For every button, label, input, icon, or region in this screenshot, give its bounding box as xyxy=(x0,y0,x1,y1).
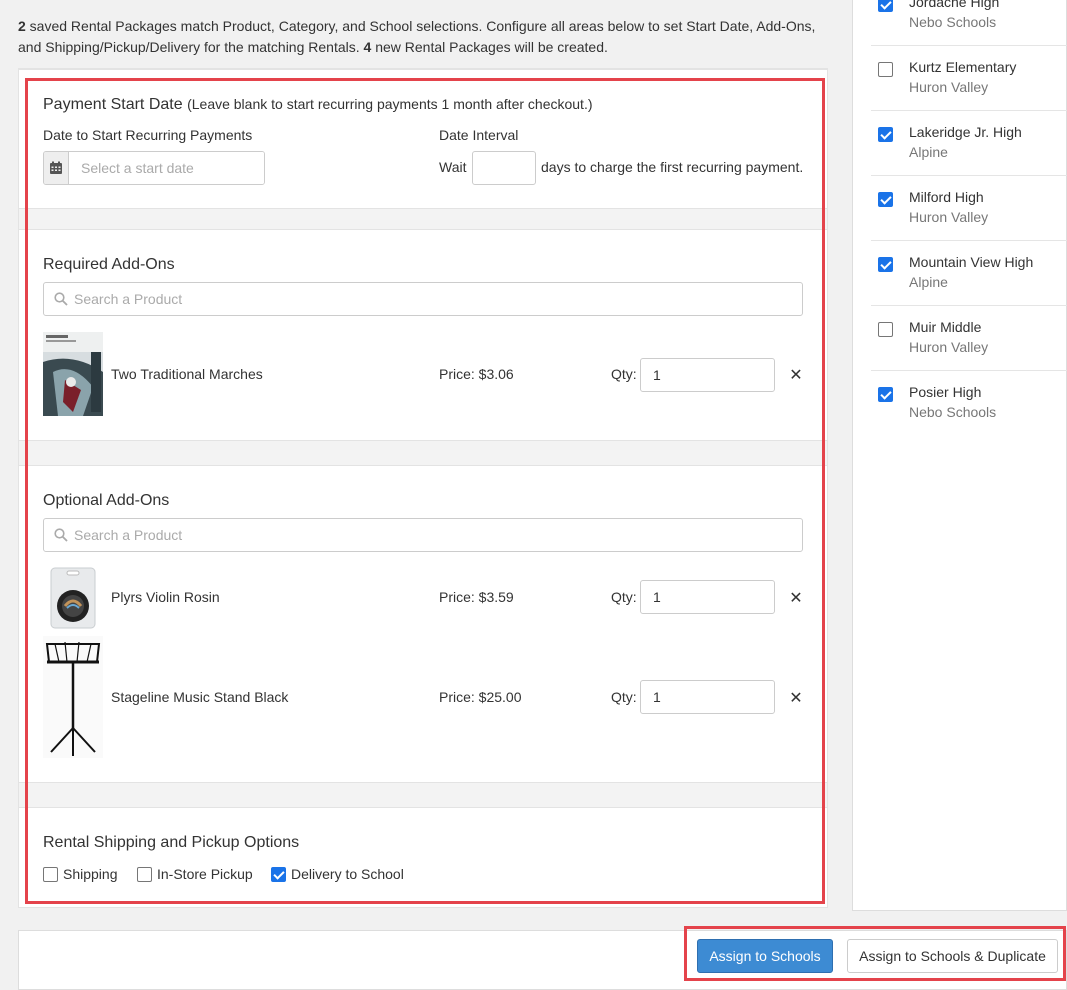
in-store-pickup-option[interactable]: In-Store Pickup xyxy=(137,866,253,882)
school-name: Posier High xyxy=(909,384,982,400)
product-price: Price: $3.06 xyxy=(439,366,514,382)
intro-text-b: new Rental Packages will be created. xyxy=(371,39,608,55)
school-district: Huron Valley xyxy=(909,209,989,225)
school-item[interactable]: Posier High Nebo Schools xyxy=(871,371,1067,436)
shipping-checkbox[interactable] xyxy=(43,866,58,882)
school-name: Milford High xyxy=(909,189,984,205)
intro-text: 2 saved Rental Packages match Product, C… xyxy=(18,16,833,58)
school-district: Alpine xyxy=(909,144,948,160)
shipping-options-panel: Rental Shipping and Pickup Options Shipp… xyxy=(18,807,828,908)
optional-search-input[interactable] xyxy=(72,526,802,544)
required-search-input[interactable] xyxy=(72,290,802,308)
required-addons-title: Required Add-Ons xyxy=(43,256,175,273)
required-search[interactable] xyxy=(43,282,803,316)
search-icon xyxy=(54,292,68,306)
start-date-input[interactable] xyxy=(69,152,264,184)
school-name: Muir Middle xyxy=(909,319,982,335)
delivery-to-school-checkbox[interactable] xyxy=(271,866,286,882)
payment-start-panel: Payment Start Date (Leave blank to start… xyxy=(18,69,828,209)
school-district: Alpine xyxy=(909,274,948,290)
optional-search[interactable] xyxy=(43,518,803,552)
qty-input[interactable] xyxy=(640,580,775,614)
school-item[interactable]: Mountain View High Alpine xyxy=(871,241,1067,306)
start-date-label: Date to Start Recurring Payments xyxy=(43,127,253,143)
school-name: Jordache High xyxy=(909,0,1000,10)
shipping-option[interactable]: Shipping xyxy=(43,866,118,882)
school-name: Kurtz Elementary xyxy=(909,59,1017,75)
in-store-pickup-checkbox[interactable] xyxy=(137,866,152,882)
calendar-icon[interactable] xyxy=(44,152,69,184)
school-checkbox[interactable] xyxy=(878,322,893,337)
school-district: Huron Valley xyxy=(909,79,989,95)
optional-addons-panel: Optional Add-Ons Plyrs Violin Rosin Pric… xyxy=(18,465,828,783)
product-name: Two Traditional Marches xyxy=(111,366,263,382)
assign-to-schools-button[interactable]: Assign to Schools xyxy=(697,939,833,973)
assign-duplicate-button[interactable]: Assign to Schools & Duplicate xyxy=(847,939,1058,973)
school-item[interactable]: Milford High Huron Valley xyxy=(871,176,1067,241)
school-item[interactable]: Lakeridge Jr. High Alpine xyxy=(871,111,1067,176)
qty-label: Qty: xyxy=(611,366,637,382)
start-date-picker[interactable] xyxy=(43,151,265,185)
school-checkbox[interactable] xyxy=(878,192,893,207)
payment-start-title: Payment Start Date (Leave blank to start… xyxy=(43,96,593,114)
payment-title-text: Payment Start Date xyxy=(43,96,183,113)
product-price: Price: $3.59 xyxy=(439,589,514,605)
delivery-to-school-label: Delivery to School xyxy=(291,866,404,882)
product-name: Stageline Music Stand Black xyxy=(111,689,289,705)
product-name: Plyrs Violin Rosin xyxy=(111,589,220,605)
shipping-option-label: Shipping xyxy=(63,866,118,882)
music-stand-thumbnail xyxy=(43,636,103,761)
remove-icon[interactable]: ✕ xyxy=(788,365,804,385)
remove-icon[interactable]: ✕ xyxy=(788,588,804,608)
rosin-thumbnail xyxy=(49,566,97,633)
wait-label: Wait xyxy=(439,159,467,175)
school-item[interactable]: Muir Middle Huron Valley xyxy=(871,306,1067,371)
school-district: Nebo Schools xyxy=(909,404,997,420)
payment-note: (Leave blank to start recurring payments… xyxy=(187,96,593,112)
days-text: days to charge the first recurring payme… xyxy=(541,159,804,175)
school-name: Lakeridge Jr. High xyxy=(909,124,1022,140)
required-product-row: Two Traditional Marches Price: $3.06 Qty… xyxy=(43,332,803,416)
school-name: Mountain View High xyxy=(909,254,1034,270)
delivery-to-school-option[interactable]: Delivery to School xyxy=(271,866,404,882)
school-item[interactable]: Kurtz Elementary Huron Valley xyxy=(871,46,1067,111)
wait-days-input[interactable] xyxy=(472,151,536,185)
school-checkbox[interactable] xyxy=(878,0,893,12)
qty-input[interactable] xyxy=(640,680,775,714)
optional-product-row: Stageline Music Stand Black Price: $25.0… xyxy=(43,636,803,760)
optional-addons-title: Optional Add-Ons xyxy=(43,492,170,509)
school-checkbox[interactable] xyxy=(878,257,893,272)
school-checkbox[interactable] xyxy=(878,62,893,77)
date-interval-label: Date Interval xyxy=(439,127,519,143)
school-district: Nebo Schools xyxy=(909,14,997,30)
school-item[interactable]: Jordache High Nebo Schools xyxy=(871,0,1067,46)
school-checkbox[interactable] xyxy=(878,387,893,402)
school-checkbox[interactable] xyxy=(878,127,893,142)
shipping-title: Rental Shipping and Pickup Options xyxy=(43,834,300,851)
school-district: Huron Valley xyxy=(909,339,989,355)
saved-count: 2 xyxy=(18,18,26,34)
search-icon xyxy=(54,528,68,542)
required-addons-panel: Required Add-Ons Two Traditional Marches… xyxy=(18,229,828,441)
product-price: Price: $25.00 xyxy=(439,689,522,705)
in-store-pickup-label: In-Store Pickup xyxy=(157,866,253,882)
qty-label: Qty: xyxy=(611,689,637,705)
qty-label: Qty: xyxy=(611,589,637,605)
sheet-music-thumbnail xyxy=(43,332,103,419)
school-list: Jordache High Nebo Schools Kurtz Element… xyxy=(852,0,1067,911)
qty-input[interactable] xyxy=(640,358,775,392)
optional-product-row: Plyrs Violin Rosin Price: $3.59 Qty: ✕ xyxy=(43,566,803,630)
remove-icon[interactable]: ✕ xyxy=(788,688,804,708)
